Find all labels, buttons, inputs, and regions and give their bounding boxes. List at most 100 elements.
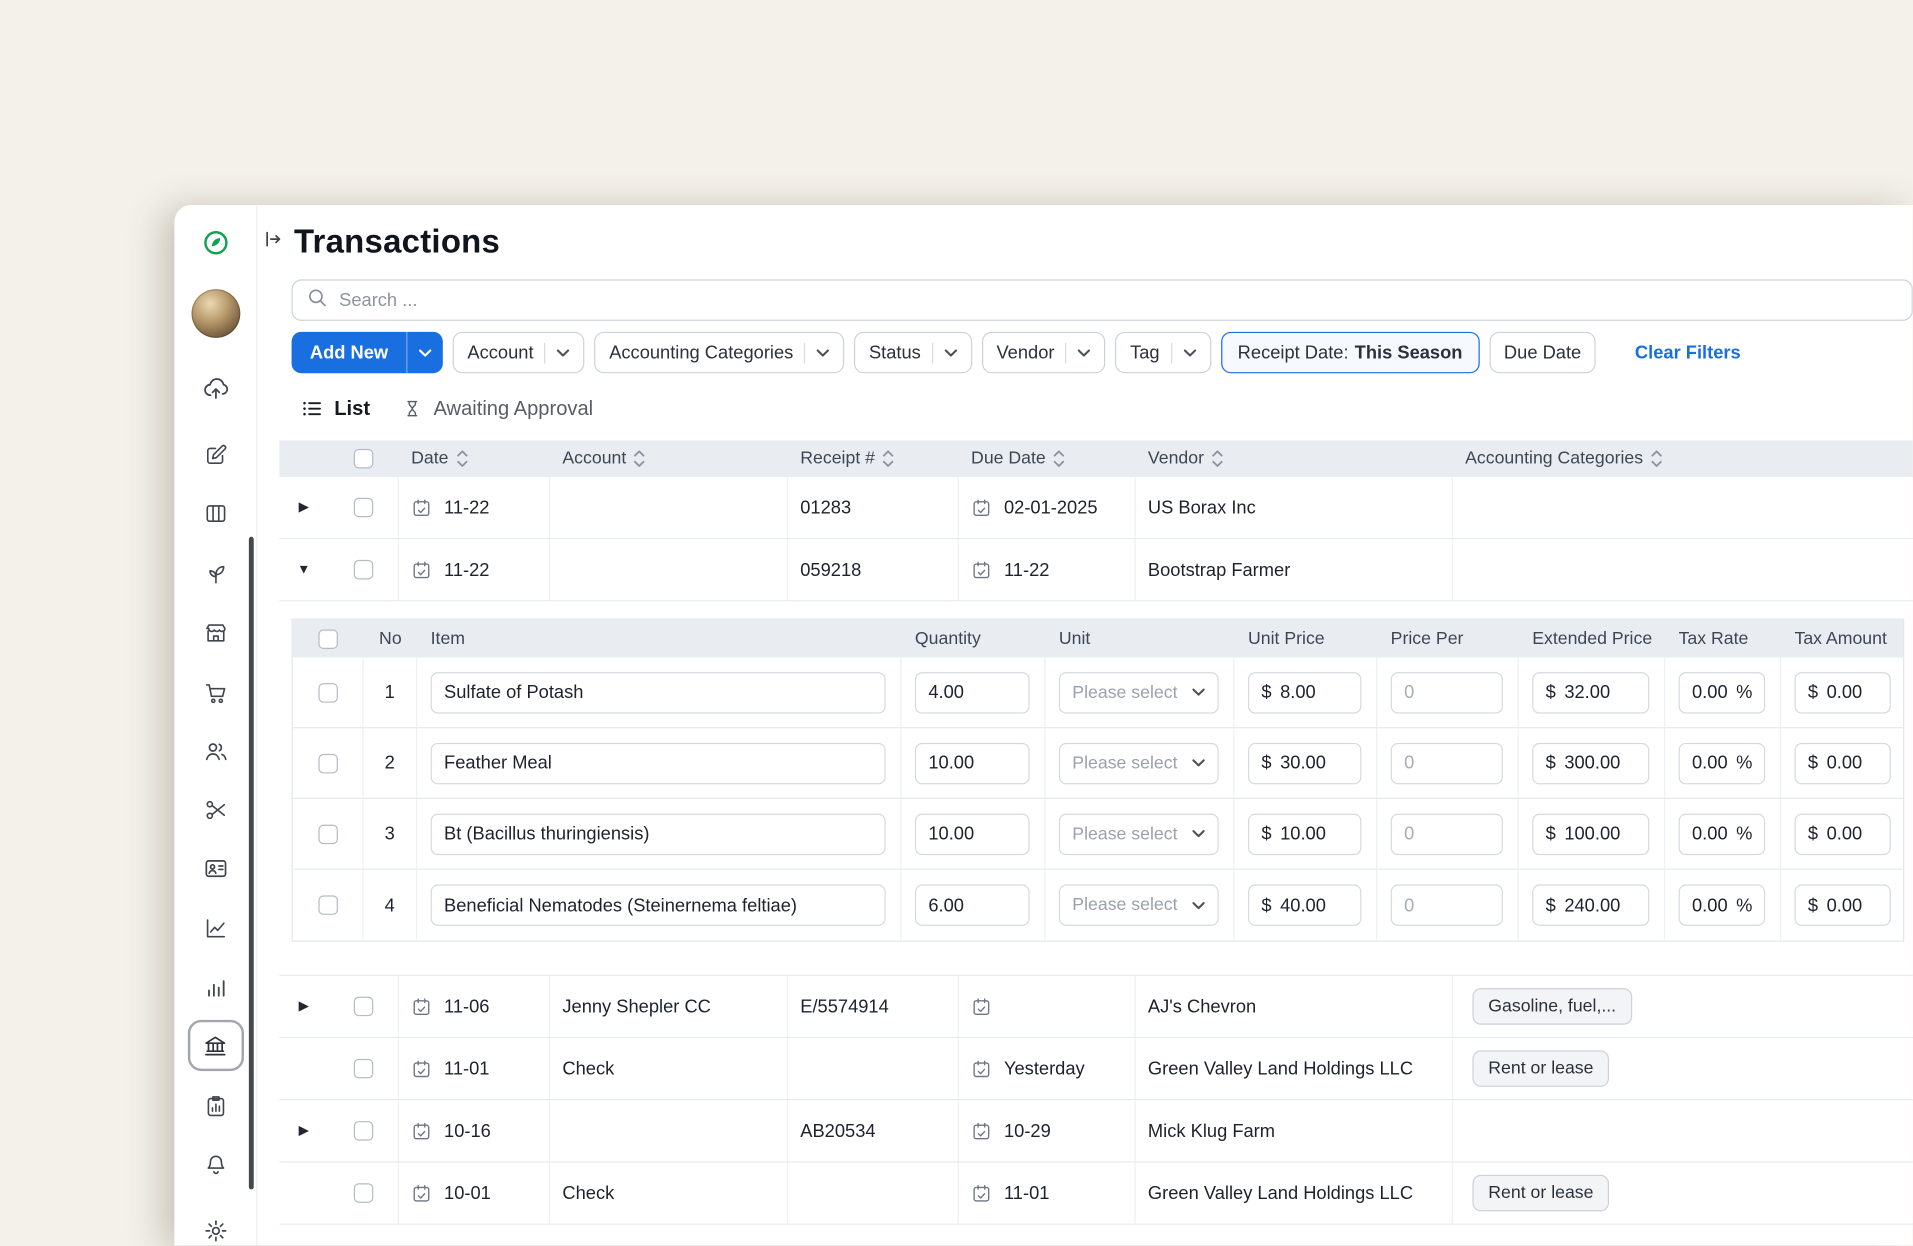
- col-header-receipt[interactable]: Receipt #: [788, 449, 959, 469]
- unit-price-input[interactable]: $30.00: [1248, 742, 1361, 783]
- unit-select[interactable]: Please select: [1059, 672, 1219, 713]
- item-input[interactable]: Bt (Bacillus thuringiensis): [431, 813, 886, 854]
- clipboard-chart-icon[interactable]: [203, 1094, 227, 1118]
- col-header-accounting-categories[interactable]: Accounting Categories: [1453, 449, 1913, 469]
- filter-accounting-categories[interactable]: Accounting Categories: [595, 332, 845, 373]
- tax-rate-input[interactable]: 0.00%: [1679, 884, 1766, 925]
- col-header-date[interactable]: Date: [399, 449, 550, 469]
- quantity-input[interactable]: 6.00: [915, 884, 1030, 925]
- account-value: Jenny Shepler CC: [562, 996, 711, 1017]
- unit-price-input[interactable]: $40.00: [1248, 884, 1361, 925]
- row-checkbox[interactable]: [353, 1059, 373, 1079]
- item-input[interactable]: Beneficial Nematodes (Steinernema feltia…: [431, 884, 886, 925]
- bell-icon[interactable]: [203, 1153, 227, 1177]
- filter-status[interactable]: Status: [854, 332, 972, 373]
- bar-chart-icon[interactable]: [203, 976, 227, 1000]
- col-header-vendor[interactable]: Vendor: [1136, 449, 1453, 469]
- store-icon[interactable]: [203, 621, 227, 645]
- cart-icon[interactable]: [203, 681, 227, 705]
- user-avatar[interactable]: [191, 289, 240, 338]
- filter-receipt-date[interactable]: Receipt Date: This Season: [1221, 332, 1480, 373]
- tax-amount-input[interactable]: $0.00: [1794, 884, 1890, 925]
- row-checkbox[interactable]: [353, 997, 373, 1017]
- unit-select[interactable]: Please select: [1059, 813, 1219, 854]
- unit-select[interactable]: Please select: [1059, 884, 1219, 925]
- bank-icon[interactable]: [187, 1020, 243, 1071]
- tax-rate-input[interactable]: 0.00%: [1679, 813, 1766, 854]
- filter-vendor[interactable]: Vendor: [982, 332, 1106, 373]
- tax-amount-input[interactable]: $0.00: [1794, 672, 1890, 713]
- tax-rate-input[interactable]: 0.00%: [1679, 742, 1766, 783]
- unit-select[interactable]: Please select: [1059, 742, 1219, 783]
- line-item-checkbox[interactable]: [318, 824, 338, 844]
- expand-row-icon[interactable]: ▶: [299, 1000, 309, 1013]
- line-items-select-all-checkbox[interactable]: [318, 629, 338, 649]
- price-per-input[interactable]: 0: [1391, 813, 1503, 854]
- clear-filters-button[interactable]: Clear Filters: [1635, 342, 1741, 363]
- edit-icon[interactable]: [203, 443, 227, 467]
- row-checkbox[interactable]: [353, 498, 373, 518]
- extended-price-input[interactable]: $300.00: [1532, 742, 1649, 783]
- collapse-row-icon[interactable]: ▼: [297, 563, 310, 576]
- transaction-row[interactable]: ▶ 11-22 01283 02-01-2025 US Borax Inc: [279, 477, 1912, 539]
- contact-card-icon[interactable]: [203, 856, 229, 882]
- filter-due-date[interactable]: Due Date: [1489, 332, 1596, 373]
- line-item-checkbox[interactable]: [318, 895, 338, 915]
- filter-account[interactable]: Account: [453, 332, 585, 373]
- transaction-row[interactable]: ▶ 10-16 AB20534 10-29 Mick Klug Farm: [279, 1100, 1912, 1162]
- filter-accounting-categories-label: Accounting Categories: [609, 342, 793, 363]
- upload-cloud-icon[interactable]: [202, 375, 229, 402]
- row-checkbox[interactable]: [353, 1183, 373, 1203]
- tax-rate-input[interactable]: 0.00%: [1679, 672, 1766, 713]
- leaf-icon[interactable]: [203, 561, 227, 585]
- currency-symbol: $: [1261, 823, 1271, 844]
- filter-tag[interactable]: Tag: [1115, 332, 1210, 373]
- tab-awaiting-approval[interactable]: Awaiting Approval: [403, 397, 593, 420]
- quantity-input[interactable]: 10.00: [915, 742, 1030, 783]
- scissors-icon[interactable]: [203, 798, 227, 822]
- line-item-checkbox[interactable]: [318, 753, 338, 773]
- price-per-input[interactable]: 0: [1391, 884, 1503, 925]
- currency-symbol: $: [1546, 753, 1556, 774]
- transaction-row[interactable]: 10-01 Check 11-01 Green Valley Land Hold…: [279, 1163, 1912, 1225]
- unit-price-input[interactable]: $10.00: [1248, 813, 1361, 854]
- collapse-sidebar-icon[interactable]: [263, 229, 283, 255]
- add-new-button[interactable]: Add New: [292, 332, 443, 373]
- unit-price-input[interactable]: $8.00: [1248, 672, 1361, 713]
- line-chart-icon[interactable]: [203, 916, 227, 940]
- chevron-down-icon: [1192, 830, 1205, 839]
- users-icon[interactable]: [203, 739, 229, 765]
- col-header-account[interactable]: Account: [550, 449, 788, 469]
- transaction-row[interactable]: ▶ 11-06 Jenny Shepler CC E/5574914 AJ's …: [279, 976, 1912, 1038]
- extended-price-input[interactable]: $100.00: [1532, 813, 1649, 854]
- chevron-down-icon: [944, 348, 957, 357]
- gear-icon[interactable]: [203, 1218, 229, 1244]
- row-checkbox[interactable]: [353, 560, 373, 580]
- extended-price-input[interactable]: $240.00: [1532, 884, 1649, 925]
- row-checkbox[interactable]: [353, 1121, 373, 1141]
- transaction-row[interactable]: 11-01 Check Yesterday Green Valley Land …: [279, 1038, 1912, 1100]
- price-per-input[interactable]: 0: [1391, 672, 1503, 713]
- search-input[interactable]: [339, 290, 1898, 311]
- expand-row-icon[interactable]: ▶: [299, 501, 309, 514]
- tax-amount-input[interactable]: $0.00: [1794, 742, 1890, 783]
- item-input[interactable]: Sulfate of Potash: [431, 672, 886, 713]
- calendar-icon: [971, 1183, 992, 1204]
- tax-amount-input[interactable]: $0.00: [1794, 813, 1890, 854]
- transaction-row[interactable]: ▼ 11-22 059218 11-22 Bootstrap Farmer: [279, 539, 1912, 601]
- item-input[interactable]: Feather Meal: [431, 742, 886, 783]
- sidebar-scrollbar[interactable]: [249, 537, 254, 1190]
- price-per-input[interactable]: 0: [1391, 742, 1503, 783]
- tab-list[interactable]: List: [301, 397, 370, 420]
- quantity-input[interactable]: 10.00: [915, 813, 1030, 854]
- quantity-input[interactable]: 4.00: [915, 672, 1030, 713]
- expand-row-icon[interactable]: ▶: [299, 1124, 309, 1137]
- columns-icon[interactable]: [203, 501, 227, 525]
- chevron-down-icon[interactable]: [408, 332, 443, 373]
- line-item-checkbox[interactable]: [318, 683, 338, 703]
- extended-price-input[interactable]: $32.00: [1532, 672, 1649, 713]
- app-logo[interactable]: [201, 228, 230, 257]
- calendar-icon: [971, 559, 992, 580]
- col-header-due-date[interactable]: Due Date: [959, 449, 1136, 469]
- select-all-checkbox[interactable]: [354, 449, 374, 469]
